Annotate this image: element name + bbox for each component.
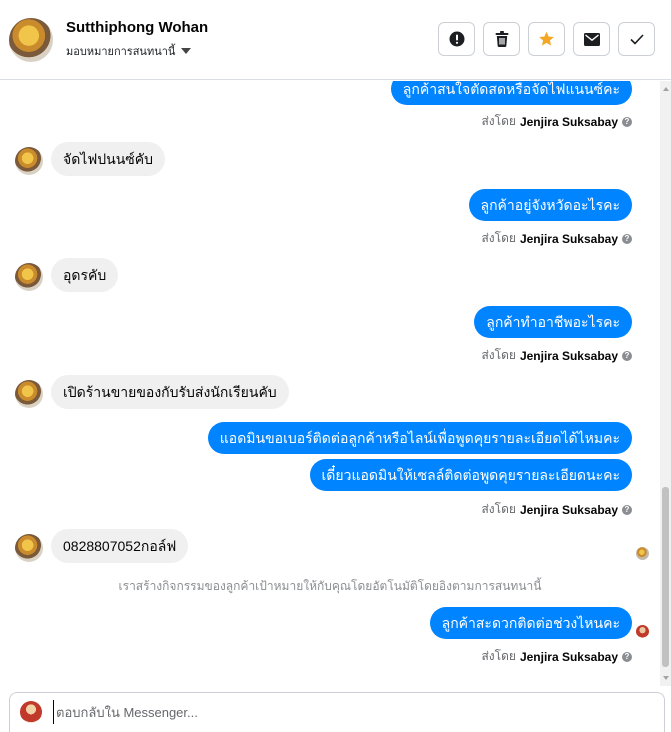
seen-indicator-avatar [636, 547, 649, 560]
system-note: เราสร้างกิจกรรมของลูกค้าเป้าหมายให้กับคุ… [118, 579, 542, 593]
contact-avatar-small[interactable] [15, 147, 43, 175]
contact-avatar-small[interactable] [15, 534, 43, 562]
sent-by-line: ส่งโดย Jenjira Suksabay ? [481, 500, 632, 519]
header-actions [438, 22, 655, 56]
seen-indicator-avatar [636, 625, 649, 638]
incoming-message[interactable]: จัดไฟปนนซ์คับ [51, 142, 166, 176]
sent-by-line: ส่งโดย Jenjira Suksabay ? [481, 112, 632, 131]
outgoing-message[interactable]: ลูกค้าอยู่จังหวัดอะไรคะ [468, 189, 632, 221]
sent-by-agent: Jenjira Suksabay [519, 114, 618, 129]
sent-by-prefix: ส่งโดย [481, 114, 516, 128]
sent-by-line: ส่งโดย Jenjira Suksabay ? [481, 346, 632, 365]
scroll-thumb[interactable] [662, 487, 669, 667]
scroll-up-arrow-icon[interactable] [663, 87, 669, 91]
chat-scrollbar[interactable] [660, 81, 671, 686]
info-icon[interactable]: ? [622, 350, 632, 361]
sent-by-line: ส่งโดย Jenjira Suksabay ? [481, 229, 632, 248]
info-icon[interactable]: ? [622, 651, 632, 662]
mark-unread-button[interactable] [573, 22, 610, 56]
sent-by-prefix: ส่งโดย [481, 502, 516, 516]
caret-down-icon [181, 48, 192, 54]
sent-by-agent: Jenjira Suksabay [519, 348, 618, 363]
assign-conversation-dropdown[interactable]: มอบหมายการสนทนานี้ [66, 42, 192, 60]
info-icon[interactable]: ? [622, 504, 632, 515]
info-icon[interactable]: ? [622, 116, 632, 127]
reply-composer [9, 692, 665, 732]
delete-button[interactable] [483, 22, 520, 56]
sent-by-agent: Jenjira Suksabay [519, 231, 618, 246]
agent-avatar [20, 701, 42, 723]
mark-done-button[interactable] [618, 22, 655, 56]
info-icon[interactable]: ? [622, 233, 632, 244]
incoming-message[interactable]: อุดรคับ [51, 258, 119, 292]
alert-circle-icon [449, 31, 464, 47]
contact-name[interactable]: Sutthiphong Wohan [66, 19, 208, 36]
sent-by-prefix: ส่งโดย [481, 231, 516, 245]
sent-by-prefix: ส่งโดย [481, 649, 516, 663]
outgoing-message[interactable]: ลูกค้าสนใจตัดสดหรือจัดไฟแนนซ์คะ [390, 81, 632, 105]
envelope-icon [583, 32, 600, 46]
outgoing-message[interactable]: ลูกค้าทำอาชีพอะไรคะ [474, 306, 632, 338]
outgoing-message[interactable]: เดี๋ยวแอดมินให้เซลล์ติดต่อพูดคุยรายละเอี… [309, 459, 632, 491]
outgoing-message[interactable]: ลูกค้าสะดวกติดต่อช่วงไหนคะ [429, 607, 632, 639]
contact-avatar-small[interactable] [15, 380, 43, 408]
contact-avatar-small[interactable] [15, 263, 43, 291]
incoming-message[interactable]: เปิดร้านขายของกับรับส่งนักเรียนคับ [51, 375, 289, 409]
sent-by-prefix: ส่งโดย [481, 348, 516, 362]
sent-by-line: ส่งโดย Jenjira Suksabay ? [481, 647, 632, 666]
trash-icon [495, 31, 508, 47]
message-thread[interactable]: ลูกค้าสนใจตัดสดหรือจัดไฟแนนซ์คะ ส่งโดย J… [0, 81, 660, 686]
conversation-header: Sutthiphong Wohan มอบหมายการสนทนานี้ [0, 0, 671, 80]
assign-label: มอบหมายการสนทนานี้ [66, 46, 176, 58]
sent-by-agent: Jenjira Suksabay [519, 502, 618, 517]
star-button[interactable] [528, 22, 565, 56]
sent-by-agent: Jenjira Suksabay [519, 649, 618, 664]
star-icon [539, 31, 554, 46]
reply-input[interactable] [53, 700, 646, 724]
mark-spam-button[interactable] [438, 22, 475, 56]
check-icon [629, 33, 644, 45]
contact-avatar[interactable] [9, 18, 53, 62]
incoming-message[interactable]: 0828807052กอล์ฟ [51, 529, 189, 563]
outgoing-message[interactable]: แอดมินขอเบอร์ติดต่อลูกค้าหรือไลน์เพื่อพู… [207, 422, 632, 454]
scroll-down-arrow-icon[interactable] [663, 676, 669, 680]
